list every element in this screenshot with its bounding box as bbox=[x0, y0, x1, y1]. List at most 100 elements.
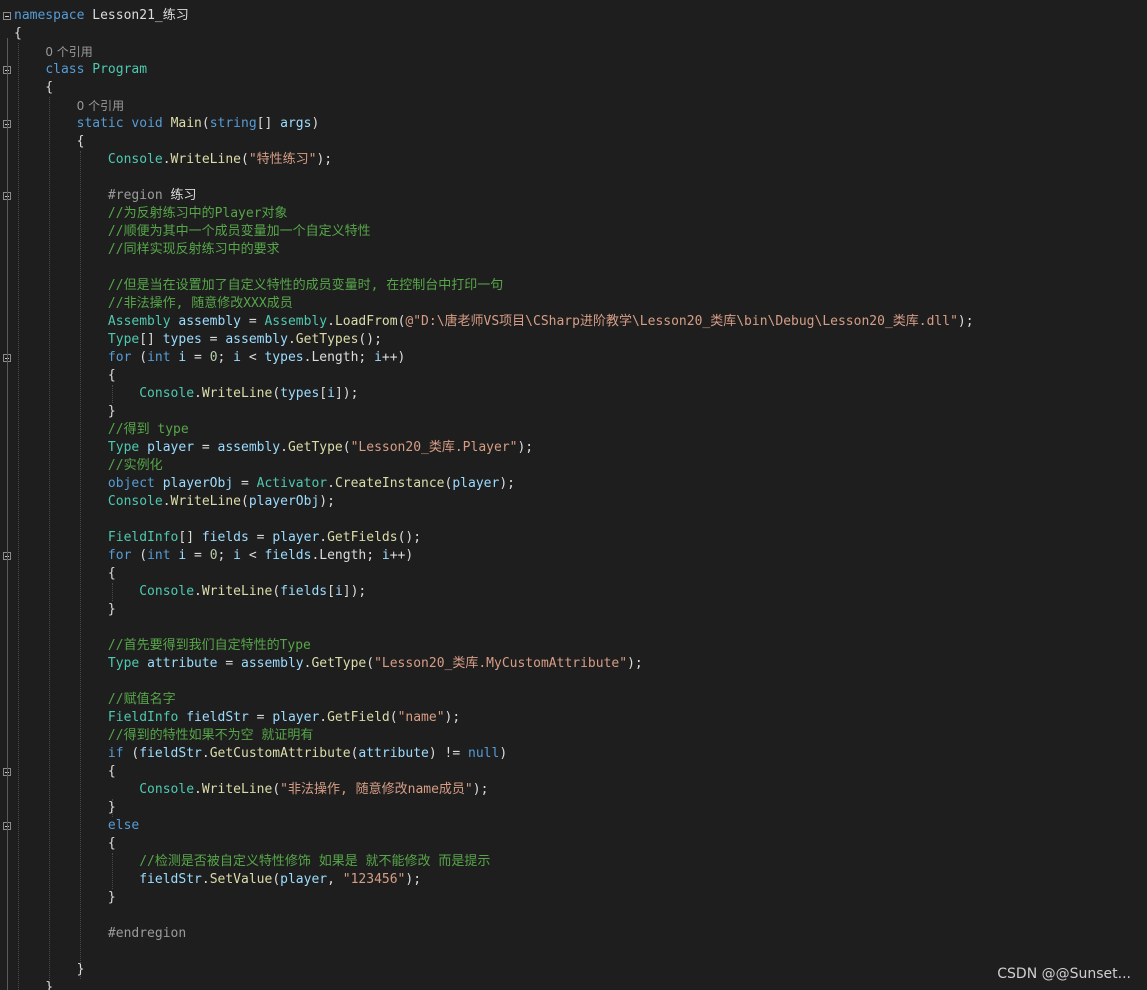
code-line[interactable]: 0 个引用 bbox=[14, 97, 124, 115]
code-line[interactable]: } bbox=[14, 403, 116, 421]
code-line[interactable]: Assembly assembly = Assembly.LoadFrom(@"… bbox=[14, 313, 974, 331]
code-token: . bbox=[287, 332, 296, 347]
code-line[interactable]: } bbox=[14, 889, 116, 907]
code-line[interactable]: Console.WriteLine(types[i]); bbox=[14, 385, 358, 403]
code-line[interactable]: //检测是否被自定义特性修饰 如果是 就不能修改 而是提示 bbox=[14, 853, 490, 871]
code-token: ) bbox=[311, 116, 320, 131]
code-token: = bbox=[241, 314, 265, 329]
code-line[interactable]: #endregion bbox=[14, 925, 186, 943]
code-token: assembly bbox=[217, 440, 281, 455]
code-token: ; bbox=[217, 350, 234, 365]
code-line[interactable]: { bbox=[14, 25, 22, 43]
code-token: //为反射练习中的Player对象 bbox=[107, 206, 288, 221]
code-line[interactable]: //为反射练习中的Player对象 bbox=[14, 205, 288, 223]
code-token: Console bbox=[139, 584, 195, 599]
code-line[interactable]: //顺便为其中一个成员变量加一个自定义特性 bbox=[14, 223, 371, 241]
code-token: for bbox=[107, 350, 132, 365]
code-token: ( bbox=[123, 746, 140, 761]
code-line[interactable]: //得到 type bbox=[14, 421, 189, 439]
code-token: < bbox=[241, 548, 265, 563]
code-line[interactable]: //但是当在设置加了自定义特性的成员变量时, 在控制台中打印一句 bbox=[14, 277, 503, 295]
code-token: assembly bbox=[178, 314, 241, 329]
code-line[interactable]: //非法操作, 随意修改XXX成员 bbox=[14, 295, 293, 313]
code-token: Assembly bbox=[264, 314, 328, 329]
codelens-references[interactable]: 0 个引用 bbox=[77, 99, 124, 113]
code-token: { bbox=[14, 764, 116, 779]
code-line[interactable]: { bbox=[14, 835, 116, 853]
code-line[interactable]: } bbox=[14, 799, 116, 817]
code-line[interactable]: FieldInfo fieldStr = player.GetField("na… bbox=[14, 709, 460, 727]
code-line[interactable]: } bbox=[14, 961, 85, 979]
code-token: ( bbox=[272, 386, 281, 401]
code-token: WriteLine bbox=[201, 782, 273, 797]
code-line[interactable]: { bbox=[14, 565, 116, 583]
code-token: "特性练习" bbox=[248, 152, 317, 167]
code-line[interactable]: for (int i = 0; i < types.Length; i++) bbox=[14, 349, 405, 367]
code-line[interactable]: class Program bbox=[14, 61, 147, 79]
code-line[interactable]: { bbox=[14, 367, 116, 385]
code-line[interactable]: for (int i = 0; i < fields.Length; i++) bbox=[14, 547, 413, 565]
code-token: //赋值名字 bbox=[107, 692, 176, 707]
code-token: class bbox=[45, 62, 85, 77]
code-line[interactable]: object playerObj = Activator.CreateInsta… bbox=[14, 475, 515, 493]
code-token: assembly bbox=[241, 656, 304, 671]
code-token: Console bbox=[107, 494, 163, 509]
code-token: Main bbox=[170, 116, 202, 131]
code-line[interactable]: //赋值名字 bbox=[14, 691, 176, 709]
codelens-references[interactable]: 0 个引用 bbox=[45, 45, 92, 59]
code-token: "name" bbox=[397, 710, 445, 725]
code-line[interactable]: Type player = assembly.GetType("Lesson20… bbox=[14, 439, 533, 457]
code-line[interactable]: namespace Lesson21_练习 bbox=[14, 7, 189, 25]
code-token: GetTypes bbox=[295, 332, 359, 347]
code-token: GetType bbox=[287, 440, 343, 455]
code-line[interactable]: Type[] types = assembly.GetTypes(); bbox=[14, 331, 382, 349]
code-token: . bbox=[162, 152, 171, 167]
code-line[interactable]: Type attribute = assembly.GetType("Lesso… bbox=[14, 655, 643, 673]
code-line[interactable]: } bbox=[14, 979, 53, 990]
code-editor[interactable]: namespace Lesson21_练习{ 0 个引用 class Progr… bbox=[0, 0, 1147, 990]
code-token: player bbox=[272, 530, 320, 545]
code-token: string bbox=[209, 116, 257, 131]
code-line[interactable]: 0 个引用 bbox=[14, 43, 92, 61]
code-line[interactable]: //同样实现反射练习中的要求 bbox=[14, 241, 280, 259]
code-line[interactable]: else bbox=[14, 817, 139, 835]
code-line[interactable]: #region 练习 bbox=[14, 187, 197, 205]
code-token: } bbox=[14, 800, 116, 815]
collapse-region-icon[interactable] bbox=[3, 12, 11, 20]
code-line[interactable]: { bbox=[14, 763, 116, 781]
code-line[interactable]: //首先要得到我们自定特性的Type bbox=[14, 637, 311, 655]
code-line[interactable]: Console.WriteLine("非法操作, 随意修改name成员"); bbox=[14, 781, 488, 799]
code-token: . bbox=[319, 530, 328, 545]
code-line[interactable]: static void Main(string[] args) bbox=[14, 115, 320, 133]
code-token: [] bbox=[178, 530, 202, 545]
code-line[interactable]: fieldStr.SetValue(player, "123456"); bbox=[14, 871, 421, 889]
code-token: { bbox=[14, 566, 116, 581]
code-line[interactable]: if (fieldStr.GetCustomAttribute(attribut… bbox=[14, 745, 507, 763]
code-line[interactable]: } bbox=[14, 601, 116, 619]
code-token: int bbox=[147, 350, 171, 365]
code-line[interactable]: FieldInfo[] fields = player.GetFields(); bbox=[14, 529, 421, 547]
code-token: Program bbox=[92, 62, 148, 77]
code-line[interactable]: Console.WriteLine(fields[i]); bbox=[14, 583, 366, 601]
code-token: static bbox=[76, 116, 124, 131]
code-line[interactable]: //得到的特性如果不为空 就证明有 bbox=[14, 727, 313, 745]
code-line[interactable]: //实例化 bbox=[14, 457, 163, 475]
code-line[interactable]: Console.WriteLine("特性练习"); bbox=[14, 151, 332, 169]
code-token: . bbox=[327, 314, 335, 329]
code-token: for bbox=[107, 548, 132, 563]
code-line[interactable]: { bbox=[14, 133, 85, 151]
code-token: i bbox=[327, 386, 335, 401]
code-line[interactable]: { bbox=[14, 79, 53, 97]
code-token: "非法操作, 随意修改name成员" bbox=[280, 782, 473, 797]
code-line[interactable]: Console.WriteLine(playerObj); bbox=[14, 493, 335, 511]
code-token: GetField bbox=[327, 710, 390, 725]
code-token: Type bbox=[107, 440, 140, 455]
